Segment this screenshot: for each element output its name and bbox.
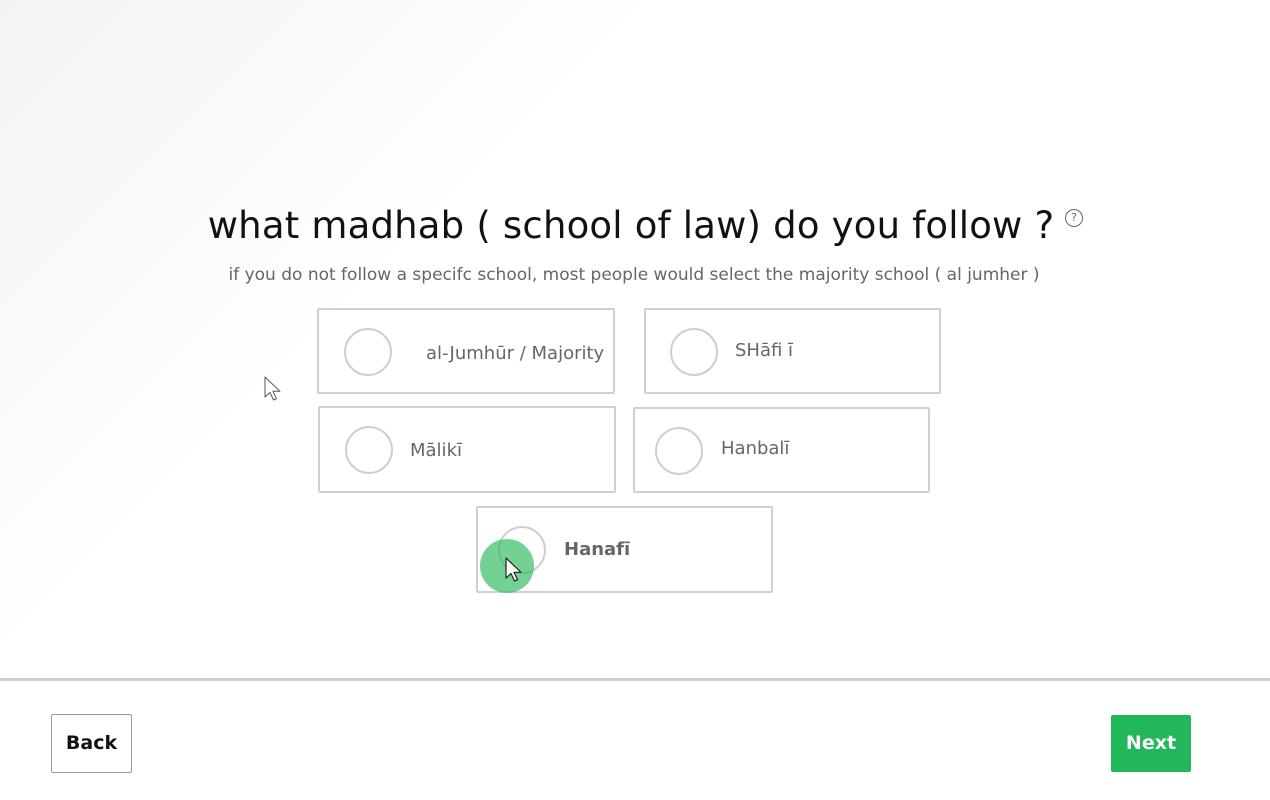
- radio-circle[interactable]: [655, 427, 703, 475]
- madhab-question-page: what madhab ( school of law) do you foll…: [0, 0, 1270, 800]
- mouse-pointer-icon: [264, 376, 281, 401]
- radio-circle[interactable]: [670, 328, 718, 376]
- option-hanafi[interactable]: Hanafī: [476, 506, 773, 593]
- option-label: Mālikī: [410, 440, 462, 461]
- option-label: Hanbalī: [721, 438, 790, 459]
- back-button[interactable]: Back: [51, 714, 132, 773]
- option-label: al-Jumhūr / Majority: [426, 343, 605, 364]
- option-shafii[interactable]: SHāfi ī: [644, 308, 941, 394]
- radio-circle[interactable]: [344, 328, 392, 376]
- footer-divider: [0, 678, 1270, 681]
- option-al-jumhur[interactable]: al-Jumhūr / Majority: [317, 308, 615, 394]
- next-button[interactable]: Next: [1111, 715, 1191, 772]
- radio-circle[interactable]: [345, 426, 393, 474]
- option-hanbali[interactable]: Hanbalī: [633, 407, 930, 493]
- radio-circle[interactable]: [498, 526, 546, 574]
- question-subtitle: if you do not follow a specifc school, m…: [228, 265, 1040, 285]
- option-label: Hanafī: [564, 539, 631, 560]
- option-label: SHāfi ī: [735, 340, 794, 361]
- option-maliki[interactable]: Mālikī: [318, 406, 616, 493]
- help-icon[interactable]: ?: [1065, 209, 1083, 227]
